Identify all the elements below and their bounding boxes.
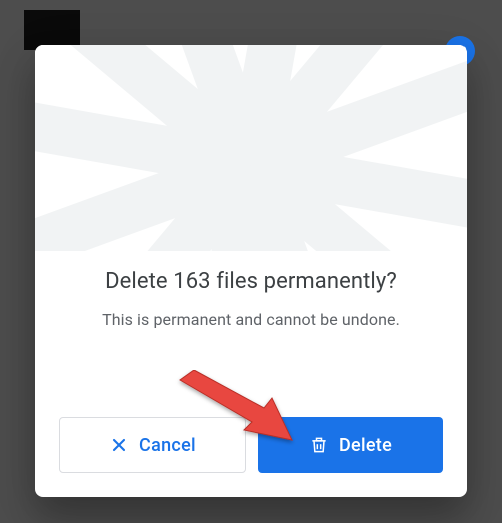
trash-icon <box>309 435 329 455</box>
close-icon <box>109 435 129 455</box>
starburst-decoration <box>35 45 467 251</box>
dialog-message: This is permanent and cannot be undone. <box>59 310 443 329</box>
cancel-button-label: Cancel <box>139 435 196 456</box>
dialog-hero-image <box>35 45 467 251</box>
confirm-delete-dialog: Delete 163 files permanently? This is pe… <box>35 45 467 497</box>
dialog-button-row: Cancel Delete <box>59 393 443 473</box>
delete-button-label: Delete <box>339 435 392 456</box>
cancel-button[interactable]: Cancel <box>59 417 246 473</box>
dialog-title: Delete 163 files permanently? <box>59 269 443 294</box>
dialog-content: Delete 163 files permanently? This is pe… <box>35 251 467 497</box>
delete-button[interactable]: Delete <box>258 417 443 473</box>
